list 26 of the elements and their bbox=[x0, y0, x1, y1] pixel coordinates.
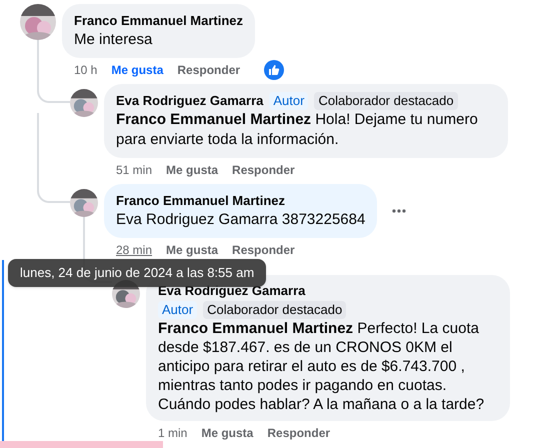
author-name[interactable]: Franco Emmanuel Martinez bbox=[116, 192, 286, 210]
comment-text: Eva Rodriguez Gamarra 3873225684 bbox=[116, 210, 366, 230]
author-badge: Colaborador destacado bbox=[203, 301, 346, 319]
comment-time[interactable]: 10 h bbox=[74, 61, 98, 79]
comment-time[interactable]: 1 min bbox=[158, 424, 188, 442]
reply-link[interactable]: Responder bbox=[267, 424, 330, 442]
more-icon bbox=[392, 209, 406, 213]
comment-text: Franco Emmanuel Martinez Hola! Dejame tu numero para enviarte toda la información. bbox=[116, 110, 479, 150]
like-link[interactable]: Me gusta bbox=[166, 161, 218, 179]
comment-time[interactable]: 51 min bbox=[116, 161, 152, 179]
comment-text: Me interesa bbox=[74, 30, 154, 50]
like-link[interactable]: Me gusta bbox=[111, 61, 164, 79]
reply-link[interactable]: Responder bbox=[177, 61, 240, 79]
thumbs-up-icon bbox=[264, 60, 284, 80]
author-name[interactable]: Franco Emmanuel Martinez bbox=[74, 12, 244, 30]
reply-link[interactable]: Responder bbox=[232, 161, 295, 179]
like-link[interactable]: Me gusta bbox=[201, 424, 254, 442]
author-badge: Colaborador destacado bbox=[314, 92, 458, 110]
comment-text: Franco Emmanuel Martinez Perfecto! La cuota desde $187.467. es de un CRONOS 0KM el anticipo para retirar el auto es de $6.743.700 , mientras tanto podes ir pagando en cuotas. Cuándo podes hablar? A la mañana o a la tarde? bbox=[158, 319, 486, 414]
author-name[interactable]: Eva Rodriguez Gamarra bbox=[116, 92, 264, 110]
reply-link[interactable]: Responder bbox=[232, 241, 295, 259]
comment-time[interactable]: 28 min bbox=[116, 241, 152, 259]
author-badge: Autor bbox=[269, 92, 308, 110]
author-badge: Autor bbox=[158, 301, 198, 319]
like-link[interactable]: Me gusta bbox=[166, 241, 218, 259]
tooltip: lunes, 24 de junio de 2024 a las 8:55 am bbox=[8, 259, 266, 287]
